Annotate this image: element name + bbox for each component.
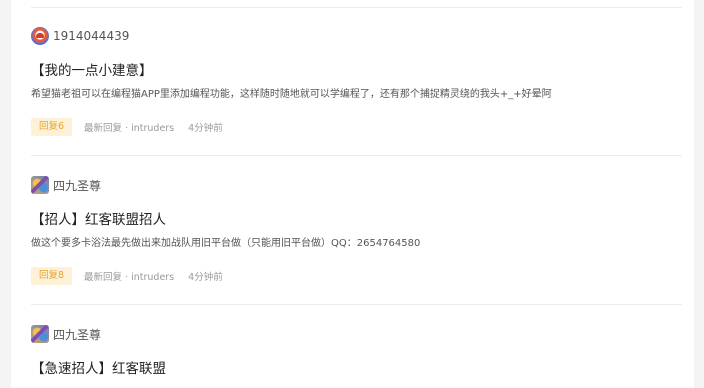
latest-reply: 最新回复 · intruders [84,123,175,134]
divider [31,7,682,8]
author-name[interactable]: 四九圣尊 [53,177,101,194]
scrollbar[interactable] [694,0,704,388]
reply-count-badge: 回复8 [31,267,73,285]
post-title[interactable]: 【急速招人】红客联盟 [31,359,682,379]
list-item[interactable]: 四九圣尊 【急速招人】红客联盟 [31,324,682,379]
divider [31,304,682,305]
author-row: 四九圣尊 [31,324,682,344]
reply-count-badge: 回复6 [31,118,73,136]
post-time: 4分钟前 [188,272,223,283]
list-item[interactable]: 四九圣尊 【招人】红客联盟招人 做这个要多卡浴法最先做出来加战队用旧平台做（只能… [31,175,682,286]
character-avatar-icon[interactable] [31,176,49,194]
post-meta: 回复6 最新回复 · intruders 4分钟前 [31,117,682,137]
post-excerpt: 希望猫老祖可以在编程猫APP里添加编程功能，这样随时随地就可以学编程了，还有那个… [31,89,552,100]
author-row: 四九圣尊 [31,175,682,195]
latest-reply: 最新回复 · intruders [84,272,175,283]
character-avatar-icon[interactable] [31,325,49,343]
author-row: 1914044439 [31,26,682,46]
post-meta: 回复8 最新回复 · intruders 4分钟前 [31,266,682,286]
divider [31,155,682,156]
post-list-panel: 1914044439 【我的一点小建意】 希望猫老祖可以在编程猫APP里添加编程… [11,0,694,388]
post-excerpt: 做这个要多卡浴法最先做出来加战队用旧平台做（只能用旧平台做）QQ：2654764… [31,238,421,249]
post-title[interactable]: 【招人】红客联盟招人 [31,210,682,230]
post-time: 4分钟前 [188,123,223,134]
post-title[interactable]: 【我的一点小建意】 [31,61,682,81]
mascot-avatar-icon[interactable] [31,27,49,45]
author-name[interactable]: 1914044439 [53,29,129,43]
list-item[interactable]: 1914044439 【我的一点小建意】 希望猫老祖可以在编程猫APP里添加编程… [31,26,682,137]
author-name[interactable]: 四九圣尊 [53,326,101,343]
